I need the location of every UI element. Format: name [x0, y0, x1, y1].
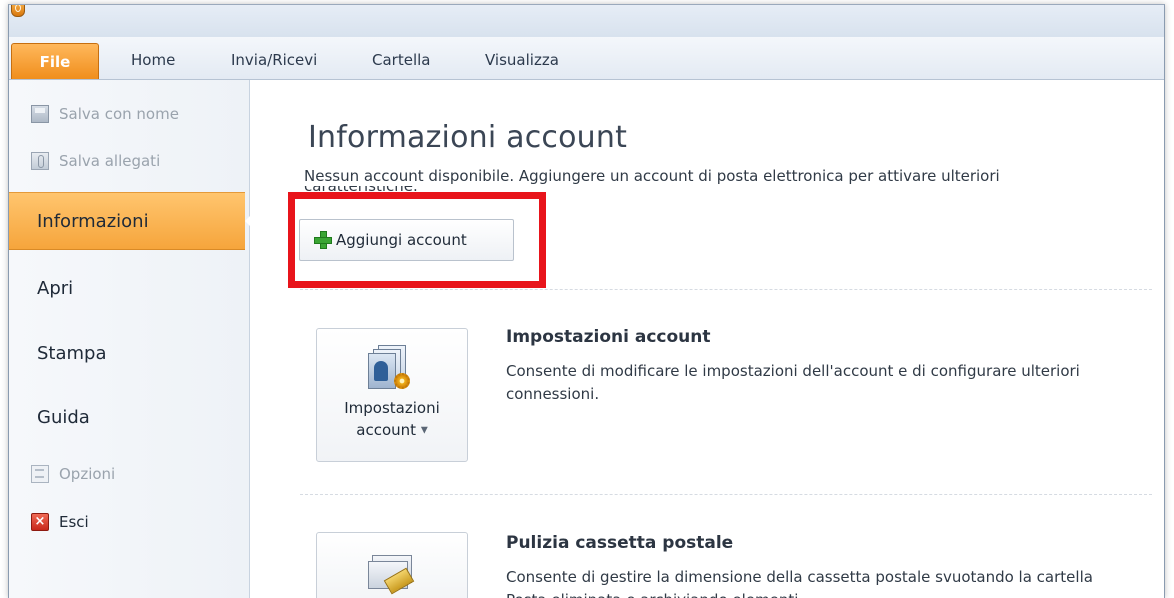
mailbox-cleanup-tile[interactable]: [316, 532, 468, 598]
account-settings-tile-label: Impostazioni: [344, 399, 440, 417]
account-settings-title: Impostazioni account: [506, 327, 711, 347]
page-title: Informazioni account: [308, 120, 628, 155]
nav-item-apri[interactable]: Apri: [9, 260, 245, 318]
save-attachments-command[interactable]: Salva allegati: [31, 147, 160, 175]
outlook-app-icon[interactable]: [11, 5, 25, 17]
save-attachments-label: Salva allegati: [59, 152, 161, 170]
account-settings-tile-label-2-text: account: [356, 421, 417, 439]
options-icon: [31, 465, 49, 483]
tab-send-receive[interactable]: Invia/Ricevi: [221, 45, 327, 75]
account-settings-tile[interactable]: Impostazioni account ▼: [316, 328, 468, 462]
account-settings-icon: [368, 345, 416, 393]
tab-folder[interactable]: Cartella: [362, 45, 440, 75]
mailbox-cleanup-title: Pulizia cassetta postale: [506, 533, 734, 553]
save-as-command[interactable]: Salva con nome: [31, 100, 179, 128]
chevron-down-icon: ▼: [420, 425, 428, 436]
account-settings-description: Consente di modificare le impostazioni d…: [506, 362, 1080, 403]
exit-command[interactable]: × Esci: [31, 508, 89, 536]
tab-view[interactable]: Visualizza: [475, 45, 569, 75]
account-info-panel: Informazioni account Nessun account disp…: [250, 80, 1164, 598]
save-as-label: Salva con nome: [59, 105, 179, 123]
exit-icon: ×: [31, 513, 49, 531]
nav-item-stampa[interactable]: Stampa: [9, 325, 245, 383]
exit-label: Esci: [59, 513, 89, 531]
section-divider-2: [300, 494, 1152, 495]
outlook-window: File Home Invia/Ricevi Cartella Visualiz…: [8, 4, 1165, 598]
nav-item-informazioni[interactable]: Informazioni: [9, 192, 259, 250]
options-command[interactable]: Opzioni: [31, 460, 115, 488]
mailbox-cleanup-icon: [368, 549, 416, 597]
tab-file[interactable]: File: [11, 43, 99, 79]
account-settings-tile-label-2: account ▼: [317, 419, 467, 442]
ribbon-tab-bar: File Home Invia/Ricevi Cartella Visualiz…: [9, 37, 1164, 80]
highlight-box: [288, 192, 546, 288]
section-divider: [300, 289, 1152, 290]
title-bar: [9, 5, 1164, 37]
nav-item-guida[interactable]: Guida: [9, 389, 245, 447]
save-attachments-icon: [31, 152, 49, 170]
tab-home[interactable]: Home: [121, 45, 185, 75]
save-as-icon: [31, 105, 49, 123]
options-label: Opzioni: [59, 465, 116, 483]
backstage-nav: Salva con nome Salva allegati Informazio…: [9, 80, 259, 598]
mailbox-cleanup-description: Consente di gestire la dimensione della …: [506, 568, 1093, 598]
